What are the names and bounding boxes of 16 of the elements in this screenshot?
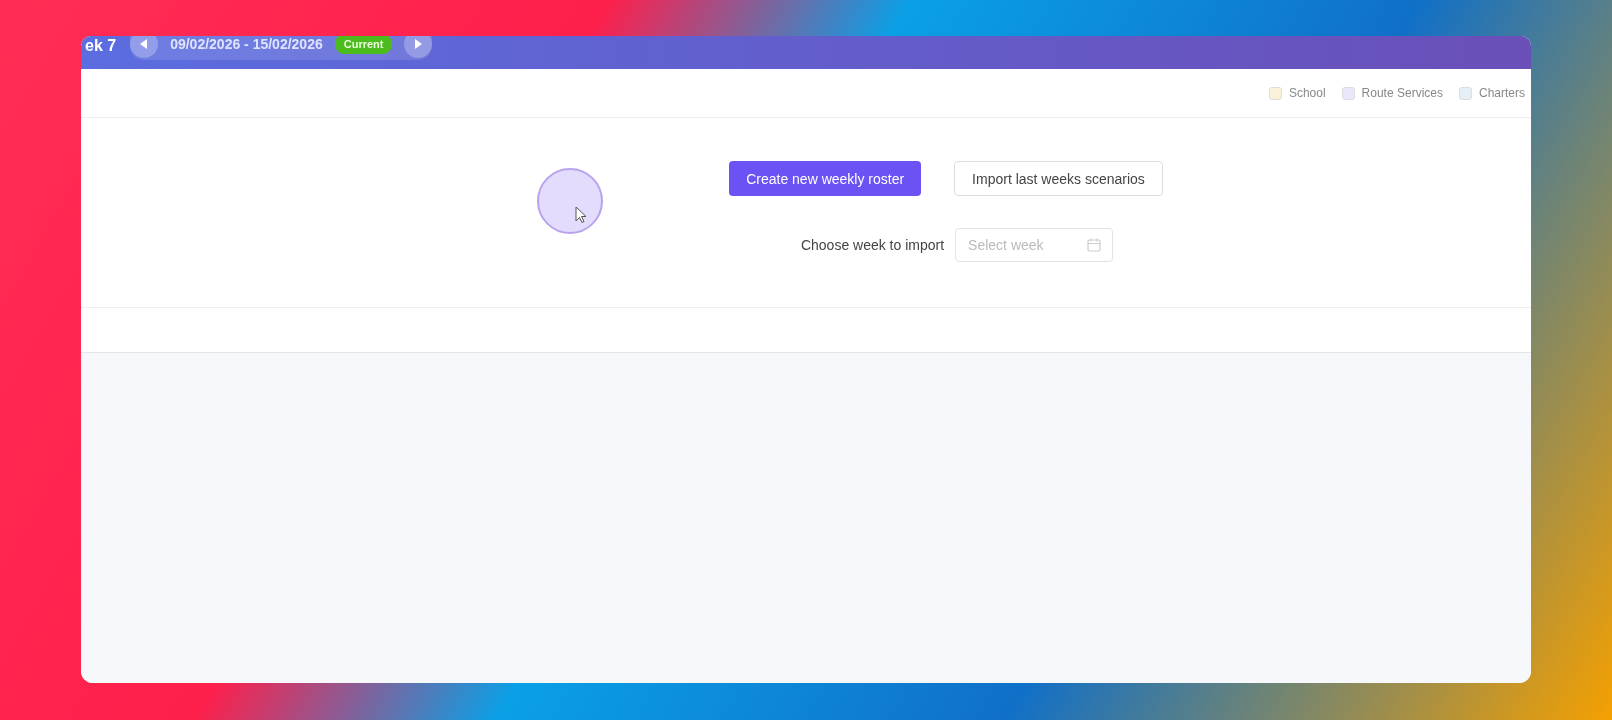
current-badge: Current — [334, 36, 393, 54]
next-week-button[interactable] — [404, 36, 433, 58]
import-week-label: Choose week to import — [800, 237, 945, 253]
legend-label: School — [1288, 86, 1326, 100]
legend-label: Charters — [1479, 86, 1525, 100]
date-range: 09/02/2026 - 15/02/2026 — [170, 36, 323, 52]
import-scenarios-button[interactable]: Import last weeks scenarios — [954, 161, 1163, 196]
calendar-icon — [1087, 238, 1102, 252]
triangle-left-icon — [140, 39, 149, 49]
week-picker-field[interactable]: Select week — [955, 228, 1114, 262]
create-roster-button[interactable]: Create new weekly roster — [729, 161, 922, 196]
triangle-right-icon — [414, 39, 423, 49]
legend-label: Route Services — [1361, 86, 1443, 100]
previous-week-button[interactable] — [130, 36, 159, 58]
cursor-icon — [575, 206, 587, 224]
week-title: ek 7 — [84, 37, 117, 55]
